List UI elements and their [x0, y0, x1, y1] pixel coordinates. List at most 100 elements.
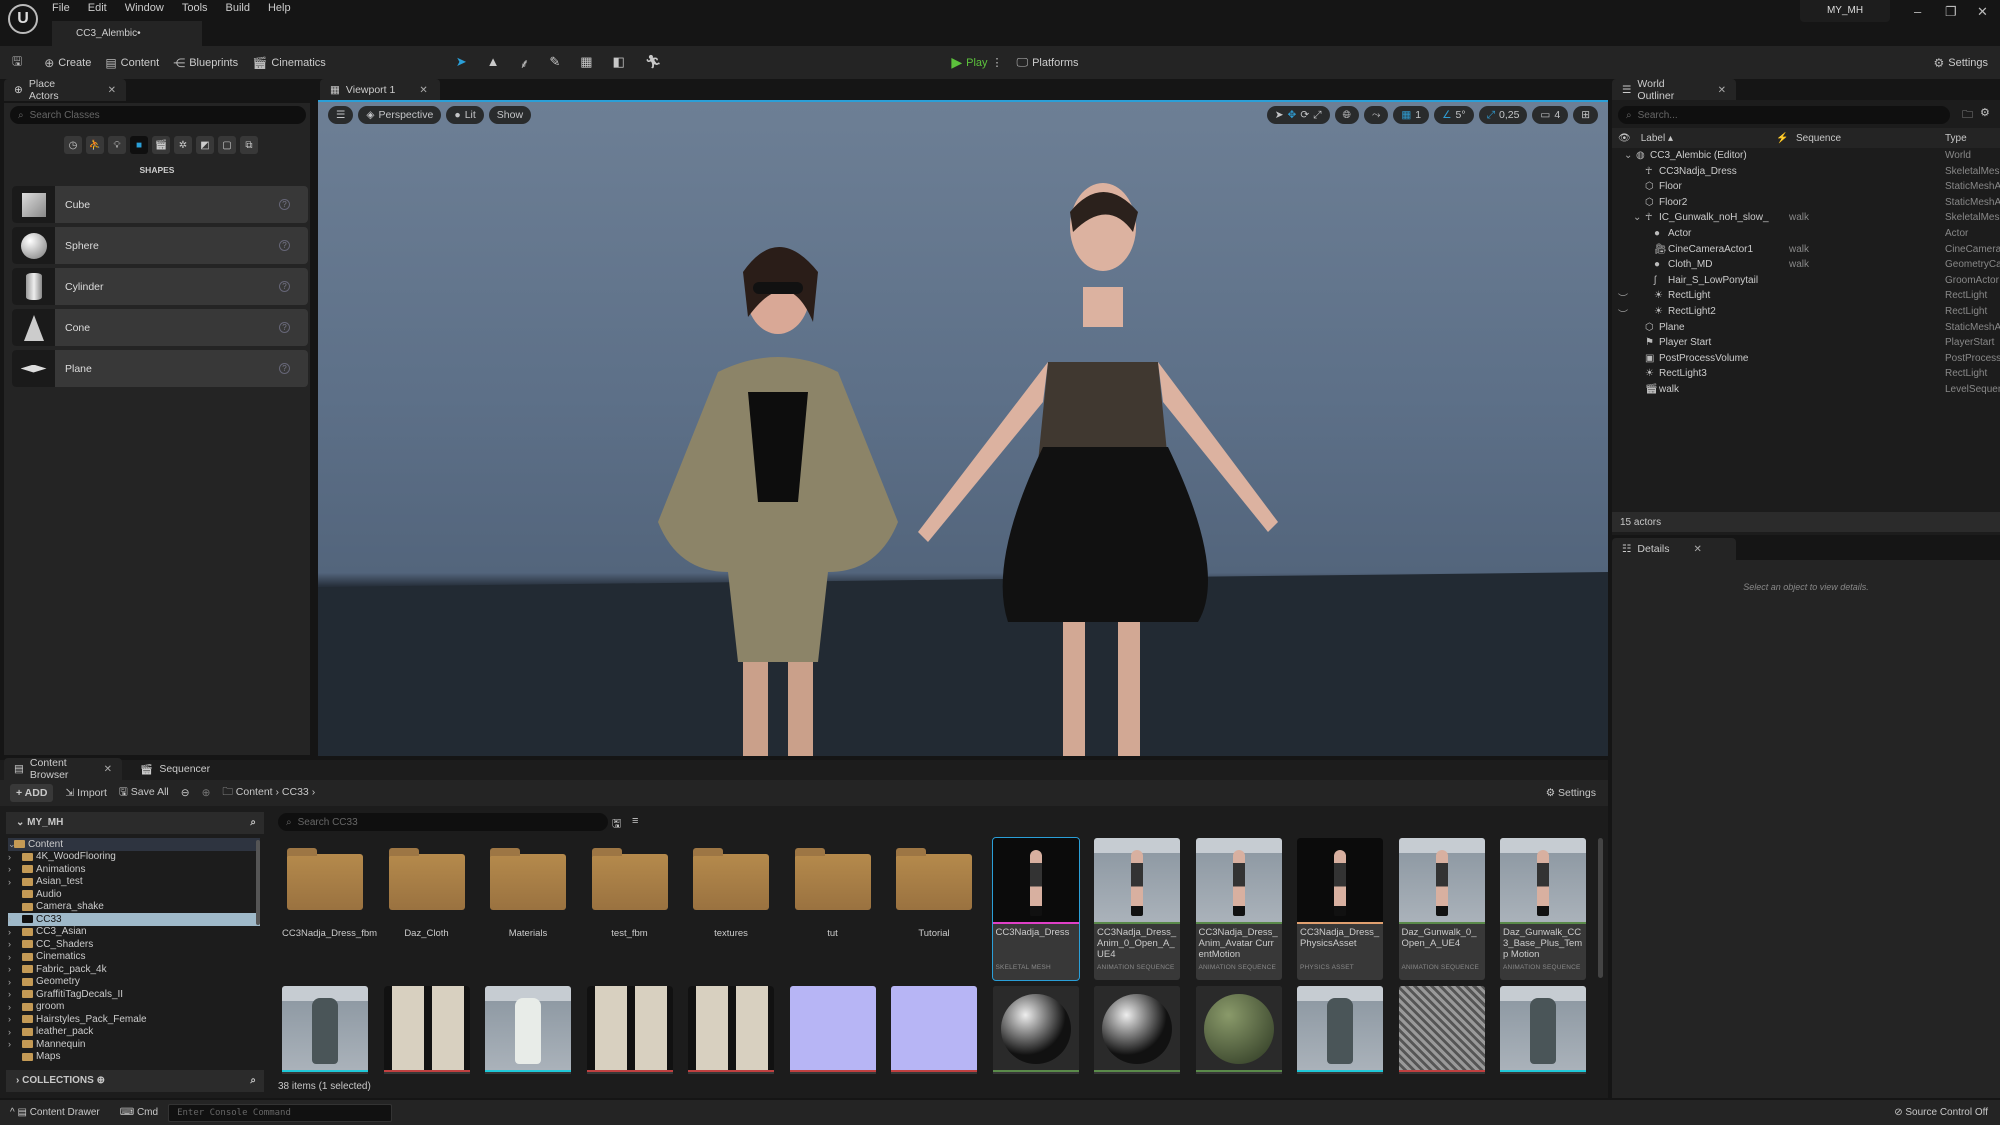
column-label[interactable]: Label ▴ — [1641, 133, 1673, 144]
asset-tile[interactable] — [282, 986, 368, 1074]
outliner-row[interactable]: ⚑ Player Start PlayerStart — [1612, 337, 2000, 353]
import-button[interactable]: ⇲ Import — [65, 787, 107, 799]
visibility-icon[interactable]: 👁︎ — [1618, 133, 1631, 144]
scale-icon[interactable]: ⤢ — [1313, 109, 1321, 122]
folder-tile[interactable]: Tutorial — [891, 844, 977, 939]
shape-sphere[interactable]: Sphere? — [12, 227, 308, 264]
menu-help[interactable]: Help — [268, 2, 291, 14]
close-window-button[interactable]: ✕ — [1977, 4, 1988, 20]
outliner-row[interactable]: ⬡ Plane StaticMeshActor — [1612, 322, 2000, 338]
settings-button[interactable]: ⚙ Settings — [1933, 56, 1988, 70]
outliner-row[interactable]: ● Actor Actor — [1612, 228, 2000, 244]
asset-tile[interactable] — [586, 986, 673, 1074]
tree-folder[interactable]: Camera_shake — [8, 901, 260, 914]
source-control-button[interactable]: ⊘ Source Control Off — [1894, 1107, 1988, 1118]
save-icon[interactable]: 🖫 — [12, 52, 22, 73]
tree-folder[interactable]: › GraffitiTagDecals_II — [8, 988, 260, 1001]
asset-search-input[interactable]: ⌕ Search CC33 — [278, 813, 608, 831]
grid-scrollbar[interactable] — [1598, 838, 1603, 978]
outliner-row[interactable]: ︶ ☀ RectLight2 RectLight — [1612, 306, 2000, 322]
expand-chevron-icon[interactable]: › — [8, 864, 22, 874]
console-input[interactable]: Enter Console Command — [168, 1103, 393, 1122]
search-icon[interactable]: ⌕ — [250, 1075, 256, 1086]
add-button[interactable]: + ADD — [10, 784, 54, 802]
asset-tile[interactable] — [383, 986, 470, 1074]
breadcrumb-content[interactable]: Content — [236, 786, 273, 798]
outliner-row[interactable]: ︶ ☀ RectLight RectLight — [1612, 290, 2000, 306]
expand-chevron-icon[interactable]: › — [8, 989, 22, 999]
tab-world-outliner[interactable]: ☰ World Outliner ✕ — [1612, 78, 1736, 102]
tree-folder[interactable]: › 4K_WoodFlooring — [8, 851, 260, 864]
search-classes-input[interactable]: ⌕ Search Classes — [10, 106, 306, 124]
asset-tile[interactable] — [1500, 986, 1586, 1074]
close-icon[interactable]: ✕ — [1718, 85, 1726, 96]
expand-chevron-icon[interactable]: › — [8, 939, 22, 949]
landscape-mode-icon[interactable]: ▲ — [487, 54, 500, 72]
fracture-mode-icon[interactable]: ▦ — [580, 54, 592, 72]
platforms-button[interactable]: 🖵 Platforms — [1017, 55, 1079, 70]
save-search-icon[interactable]: 🖫 — [612, 815, 621, 834]
play-options-icon[interactable]: ⋮ — [992, 56, 1003, 69]
shape-plane[interactable]: Plane? — [12, 350, 308, 387]
close-icon[interactable]: ✕ — [104, 764, 112, 775]
expand-chevron-icon[interactable]: › — [8, 952, 22, 962]
shape-cube[interactable]: Cube? — [12, 186, 308, 223]
select-icon[interactable]: ➤ — [1275, 109, 1284, 121]
help-icon[interactable]: ? — [279, 363, 290, 374]
column-type[interactable]: Type — [1945, 133, 1967, 144]
collections-header[interactable]: › COLLECTIONS ⊕ ⌕ — [6, 1070, 264, 1092]
layout-button[interactable]: ⊞ — [1573, 106, 1598, 124]
content-button[interactable]: ▤ Content — [105, 56, 159, 70]
cinematic-icon[interactable]: 🎬︎ — [152, 136, 170, 154]
hidden-eye-icon[interactable]: ︶ — [1618, 290, 1628, 305]
asset-tile[interactable] — [1195, 986, 1282, 1074]
close-icon[interactable]: ✕ — [1694, 544, 1702, 555]
animation-mode-icon[interactable]: 🏃︎ — [645, 54, 662, 72]
tree-folder[interactable]: › Geometry — [8, 976, 260, 989]
tree-folder[interactable]: › Animations — [8, 863, 260, 876]
rotate-icon[interactable]: ⟳ — [1300, 109, 1309, 121]
perspective-button[interactable]: ◈ Perspective — [358, 106, 442, 124]
folder-tile[interactable]: CC3Nadja_Dress_fbm — [282, 844, 377, 939]
outliner-row[interactable]: ⬡ Floor StaticMeshActor — [1612, 181, 2000, 197]
tab-content-browser[interactable]: ▤ Content Browser ✕ — [4, 757, 122, 781]
forward-icon[interactable]: ⊕ — [202, 787, 211, 799]
outliner-search-input[interactable]: ⌕ Search... — [1618, 106, 1950, 124]
close-icon[interactable]: ✕ — [108, 85, 116, 96]
close-icon[interactable]: ✕ — [419, 85, 427, 96]
outliner-row[interactable]: ⌄ ◍ CC3_Alembic (Editor) World — [1612, 150, 2000, 166]
outliner-row[interactable]: ʃ Hair_S_LowPonytail GroomActor — [1612, 275, 2000, 291]
all-classes-icon[interactable]: ⧉ — [240, 136, 258, 154]
foliage-mode-icon[interactable]: ⸙ — [520, 54, 530, 72]
asset-tile[interactable]: CC3Nadja_Dress_Anim_0_Open_A_UE4 ANIMATIO… — [1094, 838, 1180, 980]
expand-chevron-icon[interactable]: › — [8, 977, 22, 987]
tree-folder[interactable]: Maps — [8, 1051, 260, 1064]
content-drawer-button[interactable]: ^ ▤ Content Drawer — [10, 1107, 100, 1118]
scale-snap-button[interactable]: ⤢ 0,25 — [1478, 106, 1528, 124]
menu-window[interactable]: Window — [125, 2, 164, 14]
asset-tile[interactable]: Daz_Gunwalk_CC3_Base_Plus_Temp Motion ANI… — [1500, 838, 1586, 980]
tree-scrollbar[interactable] — [256, 840, 260, 925]
show-button[interactable]: Show — [488, 106, 532, 124]
tree-folder[interactable]: › Asian_test — [8, 876, 260, 889]
grid-snap-button[interactable]: ▦ 1 — [1393, 106, 1430, 124]
search-icon[interactable]: ⌕ — [250, 817, 256, 828]
column-sequence[interactable]: Sequence — [1796, 133, 1841, 144]
save-all-button[interactable]: 🖫 Save All — [119, 784, 169, 802]
folder-tile[interactable]: textures — [688, 844, 774, 939]
expand-chevron-icon[interactable]: › — [8, 852, 22, 862]
expand-chevron-icon[interactable]: › — [8, 927, 22, 937]
help-icon[interactable]: ? — [279, 281, 290, 292]
play-button[interactable]: ▶ Play ⋮ — [951, 54, 1002, 71]
tree-folder[interactable]: › CC3_Asian — [8, 926, 260, 939]
shapes-icon[interactable]: ■ — [130, 136, 148, 154]
content-settings-button[interactable]: ⚙ Settings — [1546, 787, 1596, 799]
viewport-menu-button[interactable]: ☰ — [328, 106, 354, 124]
blueprints-button[interactable]: ⋲ Blueprints — [173, 56, 238, 70]
outliner-row[interactable]: 🎥︎CineCameraActor1 walk CineCameraActor — [1612, 244, 2000, 260]
asset-tile[interactable]: CC3Nadja_Dress SKELETAL MESH — [991, 837, 1080, 981]
tab-viewport[interactable]: ▦ Viewport 1 ✕ — [320, 79, 440, 101]
tab-place-actors[interactable]: ⊕ Place Actors ✕ — [4, 78, 126, 102]
world-local-toggle[interactable]: 🌐︎ — [1334, 106, 1359, 124]
folder-tile[interactable]: Materials — [485, 844, 571, 939]
